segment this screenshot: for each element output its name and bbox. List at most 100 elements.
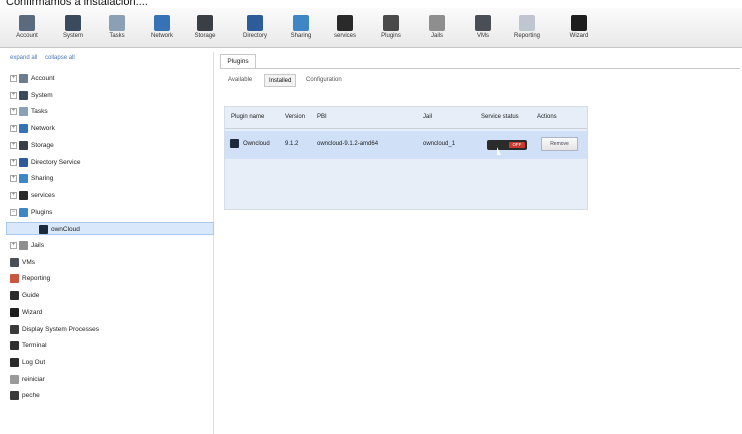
toolbar-label: Reporting — [513, 33, 540, 39]
expander-icon[interactable]: + — [10, 108, 17, 116]
tree-item-storage[interactable]: + Storage — [6, 139, 214, 152]
owncloud-icon — [230, 139, 239, 148]
tree-item-label: peche — [22, 392, 40, 400]
jail-cell: owncloud_1 — [423, 141, 456, 147]
tree-item-account[interactable]: + Account — [6, 72, 214, 85]
tree-item-system[interactable]: + System — [6, 89, 214, 102]
network-icon — [154, 15, 170, 31]
column-header-actions[interactable]: Actions — [537, 114, 557, 120]
plugins-icon — [383, 15, 399, 31]
tree-item-terminal[interactable]: Terminal — [6, 339, 214, 352]
table-row[interactable]: Owncloud 9.1.2 owncloud-9.1.2-amd64 ownc… — [225, 131, 587, 159]
expander-icon[interactable]: + — [10, 75, 17, 82]
tree-item-jails[interactable]: + Jails — [6, 239, 214, 252]
toolbar-button-account[interactable]: Account — [4, 11, 50, 39]
expander-icon[interactable]: + — [10, 175, 17, 183]
collapse-all-link[interactable]: collapse all — [45, 55, 75, 61]
tree-item-directory-service[interactable]: + Directory Service — [6, 156, 214, 169]
tree-item-label: VMs — [22, 258, 35, 266]
tree-item-services[interactable]: + services — [6, 189, 214, 202]
tree-item-owncloud[interactable]: ownCloud — [6, 222, 214, 236]
sharing-icon — [293, 15, 309, 31]
toolbar-button-plugins[interactable]: Plugins — [368, 11, 414, 39]
wizard-icon — [571, 15, 587, 31]
account-icon — [19, 74, 28, 83]
tree-item-display-system-processes[interactable]: Display System Processes — [6, 323, 214, 336]
toolbar-label: Network — [150, 33, 173, 39]
column-header-jail[interactable]: Jail — [423, 114, 432, 120]
tree-item-label: Wizard — [22, 308, 43, 316]
toolbar-button-sharing[interactable]: Sharing — [278, 11, 324, 39]
tab-plugins[interactable]: Plugins — [220, 54, 256, 68]
tree-item-guide[interactable]: Guide — [6, 289, 214, 302]
toolbar-label: Tasks — [109, 33, 125, 39]
version-cell: 9.1.2 — [285, 141, 299, 147]
column-header-version[interactable]: Version — [285, 114, 305, 120]
toolbar-label: services — [333, 33, 356, 39]
tree-item-log-out[interactable]: Log Out — [6, 356, 214, 369]
sharing-icon — [19, 174, 28, 184]
reporting-icon — [10, 274, 19, 284]
toolbar-button-wizard[interactable]: Wizard — [556, 11, 602, 39]
services-icon — [19, 190, 28, 200]
tree-item-label: Network — [31, 125, 55, 133]
toolbar-button-directory[interactable]: Directory — [232, 11, 278, 39]
toolbar-button-vms[interactable]: VMs — [460, 11, 506, 39]
guide-icon — [10, 291, 19, 301]
grid-header: Plugin name Version PBI Jail Service sta… — [225, 107, 587, 129]
column-header-pbi[interactable]: PBI — [317, 114, 327, 120]
toolbar-button-system[interactable]: System — [50, 11, 96, 39]
expander-icon[interactable]: + — [10, 141, 17, 149]
tree-item-reporting[interactable]: Reporting — [6, 272, 214, 285]
system-icon — [19, 90, 28, 100]
expand-all-link[interactable]: expand all — [10, 55, 37, 61]
expander-icon[interactable]: + — [10, 158, 17, 166]
tree-item-label: Tasks — [31, 108, 48, 116]
tree-item-sharing[interactable]: + Sharing — [6, 172, 214, 185]
navigation-tree: expand all collapse all + Account + System +… — [6, 52, 214, 434]
expander-icon[interactable]: − — [10, 208, 17, 216]
toolbar-button-tasks[interactable]: Tasks — [94, 11, 140, 39]
subtab-configuration[interactable]: Configuration — [302, 74, 346, 87]
toolbar-label: Sharing — [290, 33, 312, 39]
tree-item-reiniciar[interactable]: reiniciar — [6, 373, 214, 386]
toolbar-button-storage[interactable]: Storage — [182, 11, 228, 39]
mouse-pointer-icon — [497, 147, 501, 155]
remove-button[interactable]: Remove — [541, 137, 578, 151]
tree-item-wizard[interactable]: Wizard — [6, 306, 214, 319]
expander-icon[interactable]: + — [10, 91, 17, 99]
plugins-icon — [19, 207, 28, 217]
tasks-icon — [109, 15, 125, 31]
toolbar-button-network[interactable]: Network — [139, 11, 185, 39]
tree-item-label: Jails — [31, 242, 45, 249]
expander-icon[interactable]: + — [10, 191, 17, 199]
directory-icon — [247, 15, 263, 31]
toolbar-button-jails[interactable]: Jails — [414, 11, 460, 39]
page-caption: Confirmamos a instalación.... — [6, 0, 148, 8]
toolbar-label: Account — [16, 33, 38, 39]
tree-item-vms[interactable]: VMs — [6, 256, 214, 269]
processes-icon — [10, 324, 19, 334]
subtab-installed[interactable]: Installed — [264, 74, 297, 87]
tree-item-plugins[interactable]: − Plugins — [6, 206, 214, 219]
service-status-toggle[interactable]: OFF — [487, 140, 527, 150]
vms-icon — [475, 15, 491, 31]
tree-item-label: services — [31, 191, 55, 199]
expander-icon[interactable]: + — [10, 242, 17, 249]
top-toolbar: Account System Tasks Network Storage Director… — [0, 8, 742, 48]
tree-item-label: Account — [31, 75, 55, 82]
tree-item-label: System — [31, 91, 53, 99]
tree-item-network[interactable]: + Network — [6, 122, 214, 135]
expander-icon[interactable]: + — [10, 125, 17, 133]
tree-item-peche[interactable]: peche — [6, 389, 214, 402]
column-header-plugin-name[interactable]: Plugin name — [231, 114, 264, 120]
terminal-icon — [10, 341, 19, 351]
column-header-service-status[interactable]: Service status — [481, 114, 519, 120]
toolbar-button-services[interactable]: services — [322, 11, 368, 39]
toolbar-button-reporting[interactable]: Reporting — [504, 11, 550, 39]
account-icon — [19, 15, 35, 31]
tasks-icon — [19, 107, 28, 117]
main-panel: Plugins Available Installed Configuratio… — [214, 52, 742, 434]
subtab-available[interactable]: Available — [224, 74, 256, 87]
tree-item-tasks[interactable]: + Tasks — [6, 105, 214, 118]
